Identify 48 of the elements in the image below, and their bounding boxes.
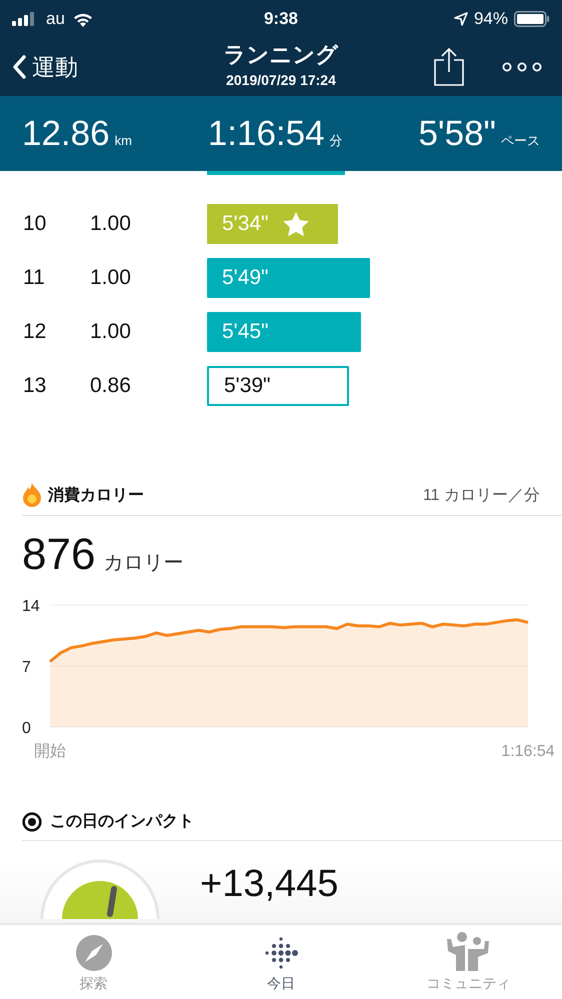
lap-distance: 1.00	[90, 266, 132, 290]
lap-distance: 1.00	[90, 212, 132, 236]
pace-value: 5'49"	[222, 266, 269, 290]
battery-icon	[514, 11, 550, 27]
summary-unit: km	[114, 132, 132, 148]
flame-icon	[22, 483, 42, 507]
calorie-unit: カロリー	[103, 551, 184, 576]
section-title: この日のインパクト	[50, 812, 194, 832]
summary-unit: 分	[330, 132, 343, 150]
axis-tick-label: 14	[22, 598, 40, 615]
pace-value: 5'34"	[222, 212, 269, 236]
share-icon[interactable]	[434, 48, 464, 86]
pace-value: 5'45"	[222, 320, 269, 344]
axis-tick-label: 7	[22, 659, 31, 676]
lap-number: 11	[22, 266, 46, 290]
impact-value: +13,445	[200, 863, 338, 906]
compass-icon	[76, 935, 112, 971]
target-icon	[22, 812, 42, 832]
section-title: 消費カロリー	[48, 486, 144, 506]
date-time: 2019/07/29 17:24	[226, 72, 336, 88]
summary-unit: ペース	[500, 132, 540, 150]
battery-percent: 94%	[474, 9, 508, 29]
carrier-name: au	[46, 9, 65, 29]
axis-tick-label: 開始	[34, 743, 66, 760]
lap-distance: 1.00	[90, 320, 132, 344]
dots-logo-icon	[262, 935, 299, 971]
summary-value: 12.86	[22, 114, 110, 154]
calorie-total: 876	[22, 530, 96, 580]
calorie-rate: 11 カロリー／分	[422, 486, 540, 506]
pace-value: 5'39"	[224, 374, 271, 398]
lap-distance: 0.86	[90, 374, 132, 398]
lap-number: 10	[22, 212, 48, 236]
lap-number: 12	[22, 320, 48, 344]
wifi-icon	[72, 12, 93, 26]
more-icon[interactable]	[502, 62, 542, 72]
summary-value: 1:16:54	[208, 114, 325, 154]
summary-value: 5'58"	[418, 114, 496, 154]
back-button[interactable]: 運動	[12, 52, 78, 82]
axis-tick-label: 0	[22, 720, 31, 737]
clock-time: 9:38	[262, 9, 299, 29]
people-icon	[445, 931, 492, 971]
tab[interactable]: 今日	[187, 925, 375, 999]
lap-number: 13	[22, 374, 48, 398]
screen-title: ランニング	[224, 41, 338, 69]
star-icon	[282, 212, 309, 236]
location-arrow-icon	[454, 12, 468, 26]
chevron-left-icon	[12, 55, 26, 79]
axis-tick-label: 1:16:54	[501, 743, 555, 760]
